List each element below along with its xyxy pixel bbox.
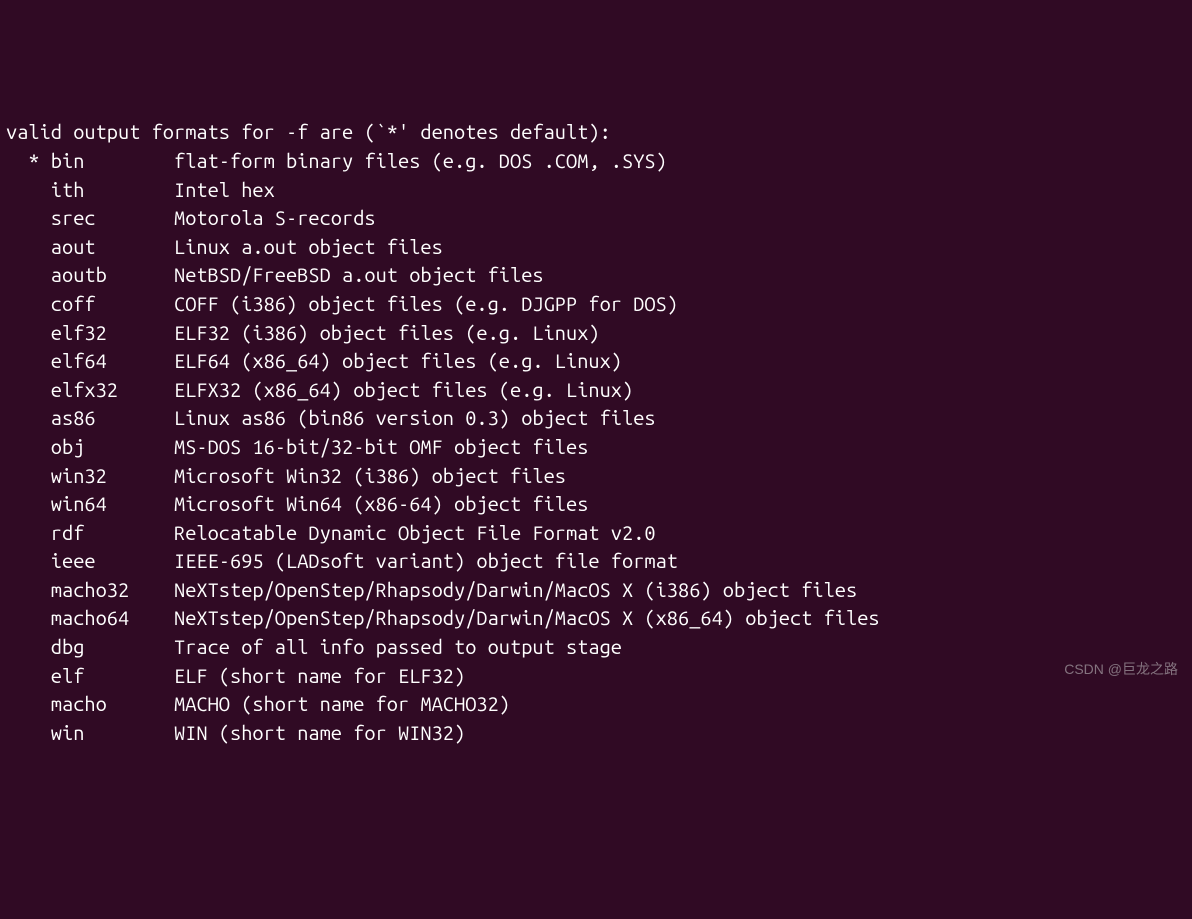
terminal-output: valid output formats for -f are (`*' den… <box>6 118 1186 747</box>
watermark-text: CSDN @巨龙之路 <box>1064 659 1178 679</box>
